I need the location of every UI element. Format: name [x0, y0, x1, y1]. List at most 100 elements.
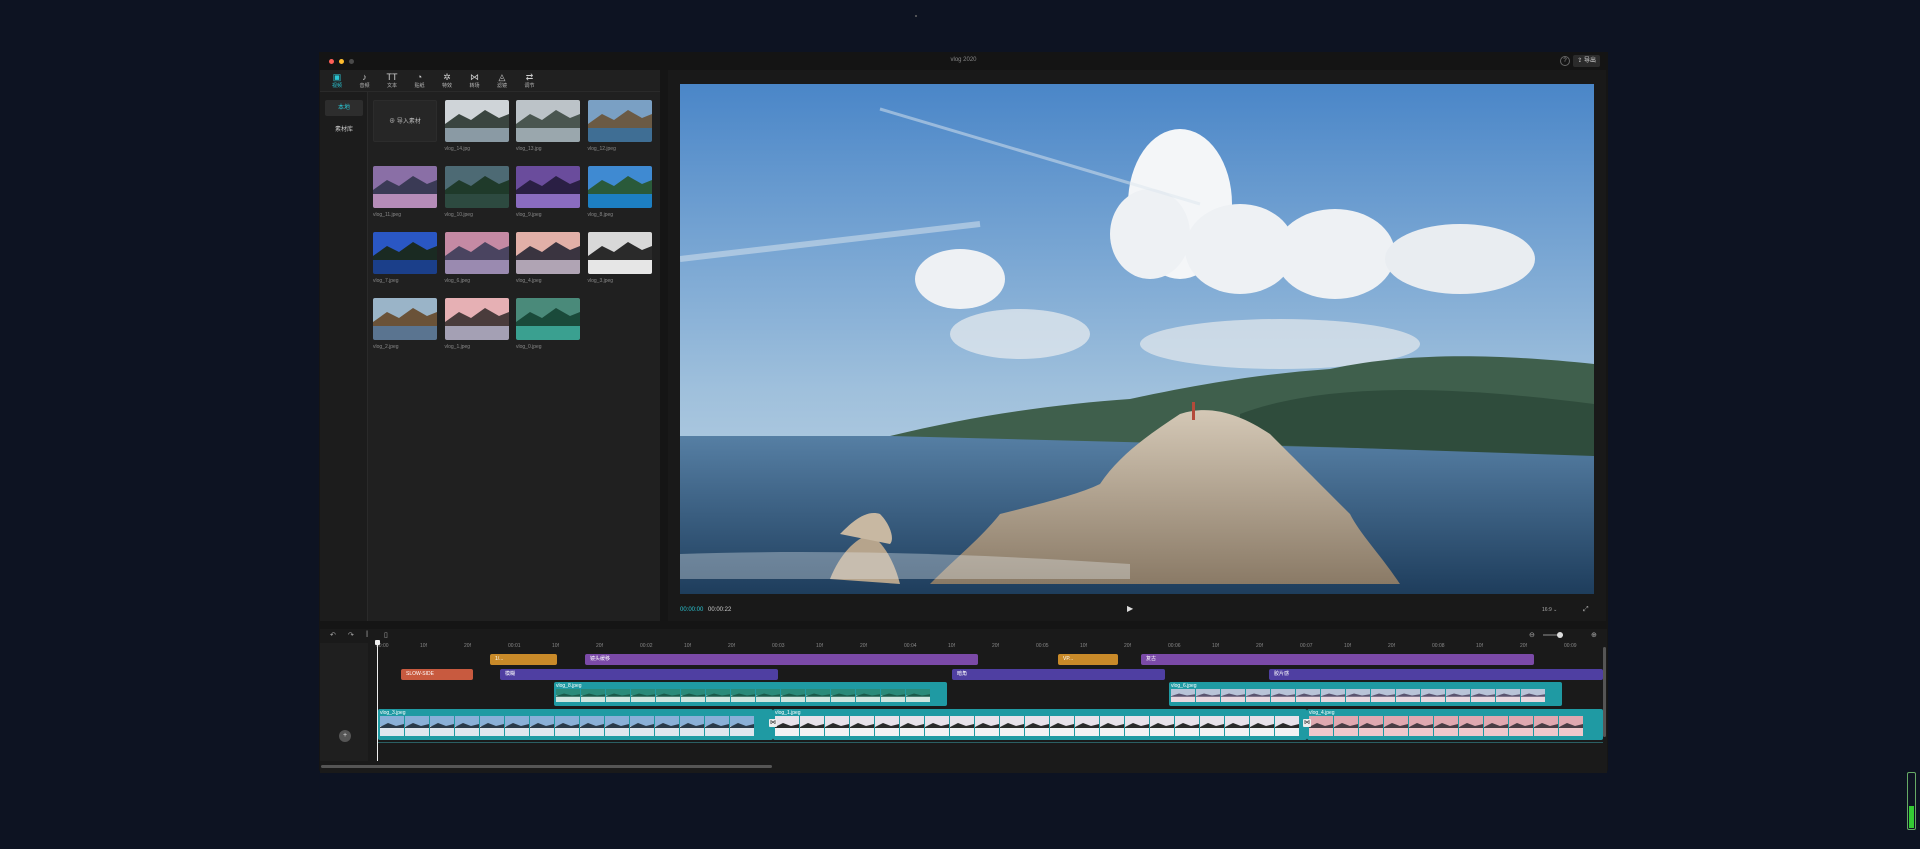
- effect-clip[interactable]: SLOW-SIDE: [401, 669, 473, 680]
- media-filename: vlog_1.jpeg: [444, 344, 471, 350]
- media-thumbnail[interactable]: [373, 232, 437, 274]
- aspect-ratio-value: 16:9: [1542, 607, 1552, 613]
- media-panel: ▣ 视频 ♪ 音频 TT 文本 ◔ 贴纸 ✲ 特效 ⋈ 转场 ◬ 滤镜 ⇄ 调节 本地 素材库 ⊕ 导入素材 …: [320, 70, 660, 621]
- audio-track-line: [378, 742, 1603, 743]
- tab-adjust[interactable]: ⇄ 调节: [519, 72, 541, 89]
- ruler-tick: 00:09: [1564, 643, 1577, 649]
- main-video-clip[interactable]: vlog_3.jpeg: [378, 709, 773, 740]
- ruler-tick: 20f: [1256, 643, 1263, 649]
- main-video-clip[interactable]: vlog_1.jpeg: [773, 709, 1307, 740]
- media-thumbnail[interactable]: [444, 166, 509, 208]
- media-filename: vlog_11.jpeg: [373, 212, 401, 218]
- zoom-in-icon[interactable]: ⊕: [1591, 631, 1597, 639]
- media-filename: vlog_3.jpeg: [587, 278, 614, 284]
- sidebar-item-local[interactable]: 本地: [325, 100, 363, 116]
- media-filename: vlog_4.jpeg: [516, 278, 542, 284]
- export-button[interactable]: ⇪ 导出: [1573, 55, 1600, 67]
- playhead[interactable]: [377, 641, 378, 761]
- tab-text[interactable]: TT 文本: [381, 72, 403, 89]
- media-thumbnail[interactable]: [587, 232, 652, 274]
- media-filename: vlog_6.jpeg: [444, 278, 471, 284]
- text-clip[interactable]: 1/...: [490, 654, 557, 665]
- media-thumbnail[interactable]: [373, 298, 437, 340]
- tab-sticker[interactable]: ◔ 贴纸: [409, 72, 431, 89]
- playhead-handle[interactable]: [375, 640, 380, 645]
- timeline-toolbar: ↶ ↷ ꟾ ▯ ⊖ ⊕: [320, 629, 1607, 643]
- ruler-tick: 20f: [1124, 643, 1131, 649]
- overlay-video-clip[interactable]: vlog_8.jpeg: [554, 682, 947, 706]
- media-thumbnail[interactable]: [516, 298, 580, 340]
- ruler-tick: 20f: [992, 643, 999, 649]
- media-thumbnail[interactable]: [587, 166, 652, 208]
- media-filename: vlog_7.jpeg: [373, 278, 399, 284]
- main-video-clip[interactable]: vlog_4.jpeg: [1307, 709, 1603, 740]
- ruler-tick: 20f: [596, 643, 603, 649]
- title-bar: vlog 2020 ? ⇪ 导出: [319, 52, 1608, 70]
- adjust-icon: ⇄: [525, 72, 534, 82]
- media-filename: vlog_2.jpeg: [373, 344, 399, 350]
- ruler-tick: 10f: [816, 643, 823, 649]
- media-thumbnail[interactable]: [516, 100, 580, 142]
- undo-icon[interactable]: ↶: [330, 631, 336, 639]
- ruler-tick: 10f: [420, 643, 427, 649]
- video-preview[interactable]: [680, 84, 1594, 594]
- transition-icon[interactable]: ⋈: [1303, 719, 1311, 727]
- help-icon[interactable]: ?: [1560, 56, 1570, 66]
- effect-clip[interactable]: 暗角: [952, 669, 1165, 680]
- media-filename: vlog_13.jpg: [516, 146, 542, 152]
- media-thumbnail[interactable]: [444, 232, 509, 274]
- play-icon[interactable]: ▶: [1127, 604, 1133, 613]
- zoom-out-icon[interactable]: ⊖: [1529, 631, 1535, 639]
- ruler-tick: 10f: [1476, 643, 1483, 649]
- text-clip[interactable]: 复古: [1141, 654, 1534, 665]
- zoom-slider-handle[interactable]: [1557, 632, 1563, 638]
- timeline-panel: ↶ ↷ ꟾ ▯ ⊖ ⊕ + 00:00 10f 20f 00:01 10f 20f 00:0…: [320, 629, 1607, 773]
- overlay-video-clip[interactable]: vlog_6.jpeg: [1169, 682, 1562, 706]
- window-title: vlog 2020: [950, 57, 977, 63]
- redo-icon[interactable]: ↷: [348, 631, 354, 639]
- delete-icon[interactable]: ▯: [384, 631, 388, 639]
- effect-clip[interactable]: 模糊: [500, 669, 778, 680]
- tab-label: 转场: [469, 83, 480, 89]
- export-label: 导出: [1583, 58, 1596, 64]
- battery-indicator: [1907, 772, 1916, 830]
- vertical-scrollbar[interactable]: [1603, 647, 1606, 737]
- tab-video[interactable]: ▣ 视频: [326, 72, 348, 89]
- tab-label: 滤镜: [496, 83, 507, 89]
- text-icon: TT: [386, 72, 398, 82]
- text-clip[interactable]: 镜头缓移: [585, 654, 978, 665]
- text-clip[interactable]: VP...: [1058, 654, 1118, 665]
- video-icon: ▣: [332, 72, 342, 82]
- current-time: 00:00:00: [680, 607, 704, 613]
- ruler-tick: 00:04: [904, 643, 917, 649]
- aspect-ratio-select[interactable]: 16:9 ⌄: [1542, 607, 1557, 613]
- ruler-tick: 00:07: [1300, 643, 1313, 649]
- cover-add-button[interactable]: +: [339, 730, 351, 742]
- media-thumbnail[interactable]: [444, 298, 509, 340]
- media-thumbnail[interactable]: [373, 166, 437, 208]
- tab-filter[interactable]: ◬ 滤镜: [491, 72, 513, 89]
- media-filename: vlog_8.jpeg: [587, 212, 614, 218]
- ruler-tick: 20f: [1520, 643, 1527, 649]
- media-thumbnail[interactable]: [516, 232, 580, 274]
- ruler-tick: 00:03: [772, 643, 785, 649]
- tab-effects[interactable]: ✲ 特效: [436, 72, 458, 89]
- filter-icon: ◬: [498, 72, 506, 82]
- ruler-tick: 10f: [1212, 643, 1219, 649]
- ruler-tick: 00:05: [1036, 643, 1049, 649]
- tab-label: 贴纸: [414, 83, 425, 89]
- sidebar-item-library[interactable]: 素材库: [325, 122, 363, 138]
- tab-audio[interactable]: ♪ 音频: [354, 72, 376, 89]
- fullscreen-icon[interactable]: ⤢: [1583, 606, 1589, 614]
- tab-transition[interactable]: ⋈ 转场: [464, 72, 486, 89]
- media-thumbnail[interactable]: [444, 100, 509, 142]
- horizontal-scrollbar[interactable]: [321, 765, 772, 768]
- media-filename: vlog_10.jpeg: [444, 212, 473, 218]
- split-icon[interactable]: ꟾ: [366, 631, 368, 639]
- effect-clip[interactable]: 胶片感: [1269, 669, 1603, 680]
- transition-icon[interactable]: ⋈: [769, 719, 777, 727]
- media-thumbnail[interactable]: [587, 100, 652, 142]
- timeline-ruler[interactable]: 00:00 10f 20f 00:01 10f 20f 00:02 10f 20f 00:03 10…: [368, 643, 1607, 651]
- import-media-button[interactable]: ⊕ 导入素材: [373, 100, 437, 142]
- media-thumbnail[interactable]: [516, 166, 580, 208]
